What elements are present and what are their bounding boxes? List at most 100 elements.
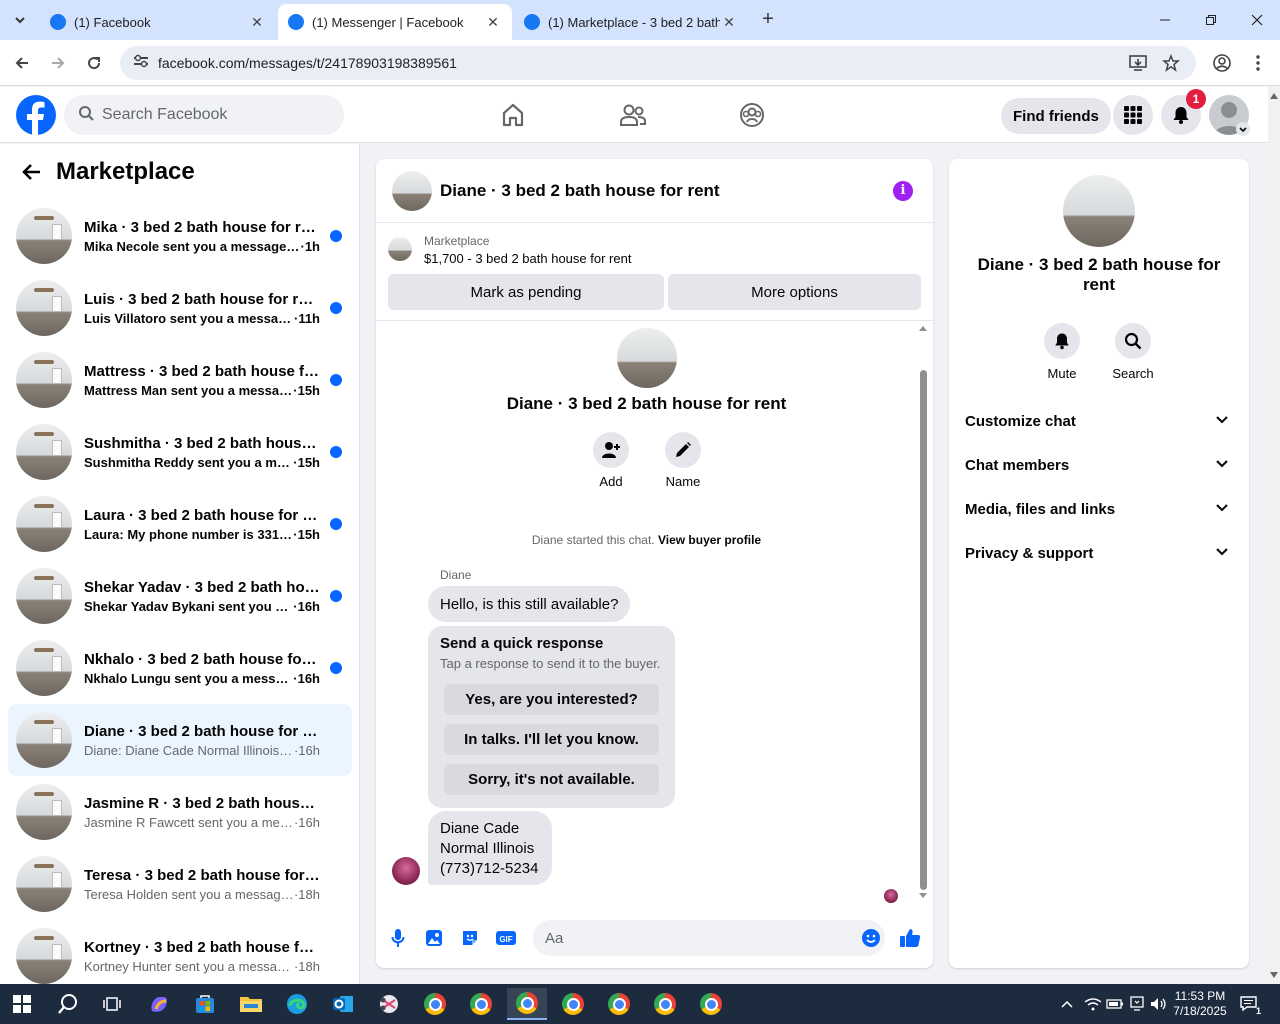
conversation-item[interactable]: Sushmitha · 3 bed 2 bath house f... Sushm… — [8, 416, 352, 488]
snipping-tool-app[interactable] — [369, 988, 409, 1020]
outlook-app[interactable] — [323, 988, 363, 1020]
minimize-button[interactable] — [1142, 0, 1188, 40]
scrollbar-thumb[interactable] — [920, 370, 927, 890]
microsoft-store-app[interactable] — [185, 988, 225, 1020]
reload-button[interactable] — [80, 49, 108, 77]
conversation-text: Nkhalo · 3 bed 2 bath house for ... Nkhal… — [84, 651, 320, 686]
close-tab-icon[interactable]: ✕ — [248, 14, 266, 31]
gif-icon[interactable]: GIF — [494, 926, 518, 950]
section-media-files-links[interactable]: Media, files and links — [957, 489, 1241, 529]
back-button[interactable] — [8, 49, 36, 77]
add-people-button[interactable]: Add — [581, 432, 641, 489]
device-icon[interactable] — [1128, 984, 1146, 1024]
nav-home[interactable] — [497, 99, 529, 131]
chrome-profile-app[interactable] — [599, 988, 639, 1020]
thumbs-up-icon[interactable] — [898, 926, 922, 950]
start-button[interactable] — [2, 988, 42, 1020]
url-text[interactable]: facebook.com/messages/t/2417890319838956… — [158, 55, 457, 71]
chrome-profile-app[interactable] — [645, 988, 685, 1020]
install-app-icon[interactable] — [1128, 46, 1148, 80]
close-tab-icon[interactable]: ✕ — [720, 14, 738, 31]
bookmark-star-icon[interactable] — [1162, 46, 1180, 80]
chat-avatar[interactable] — [392, 170, 432, 211]
chrome-app[interactable] — [415, 988, 455, 1020]
conversation-item[interactable]: Teresa · 3 bed 2 bath house for rent Tere… — [8, 848, 352, 920]
conversation-item[interactable]: Laura · 3 bed 2 bath house for rent Laura… — [8, 488, 352, 560]
account-chevron-icon[interactable] — [1236, 122, 1250, 136]
sticker-icon[interactable] — [458, 926, 482, 950]
close-tab-icon[interactable]: ✕ — [484, 14, 502, 31]
file-explorer-app[interactable] — [231, 988, 271, 1020]
chrome-profile-app[interactable] — [553, 988, 593, 1020]
facebook-search-input[interactable]: Search Facebook — [64, 95, 344, 135]
back-button[interactable] — [12, 152, 52, 192]
restore-button[interactable] — [1188, 0, 1234, 40]
more-options-button[interactable]: More options — [668, 274, 921, 310]
conversation-item[interactable]: Luis · 3 bed 2 bath house for rent Luis V… — [8, 272, 352, 344]
chrome-profile-app[interactable] — [691, 988, 731, 1020]
quick-reply-yes[interactable]: Yes, are you interested? — [444, 684, 659, 715]
chrome-profile-app[interactable] — [461, 988, 501, 1020]
mark-as-pending-button[interactable]: Mark as pending — [388, 274, 664, 310]
message-bubble[interactable]: Diane Cade Normal Illinois (773)712-5234 — [428, 811, 552, 885]
search-in-conversation-button[interactable]: Search — [1103, 323, 1163, 381]
view-buyer-profile-link[interactable]: View buyer profile — [658, 533, 761, 547]
conversation-snippet: Jasmine R Fawcett sent you a messa... — [84, 814, 294, 830]
info-avatar[interactable] — [1063, 175, 1135, 247]
listing-thumbnail[interactable] — [388, 237, 412, 261]
conversation-item[interactable]: Mattress · 3 bed 2 bath house fo... Mattr… — [8, 344, 352, 416]
listing-detail[interactable]: $1,700 - 3 bed 2 bath house for rent — [424, 251, 631, 266]
mute-button[interactable]: Mute — [1032, 323, 1092, 381]
info-icon[interactable]: i — [893, 181, 913, 201]
close-window-button[interactable] — [1234, 0, 1280, 40]
conversation-item[interactable]: Kortney · 3 bed 2 bath house for r... Kor… — [8, 920, 352, 984]
menu-button[interactable] — [1113, 95, 1153, 135]
conversation-snippet-row: Kortney Hunter sent you a message ... ·18… — [84, 959, 320, 974]
forward-button[interactable] — [44, 49, 72, 77]
system-clock[interactable]: 11:53 PM 7/18/2025 — [1172, 989, 1228, 1019]
show-hidden-icons[interactable] — [1060, 984, 1074, 1024]
chrome-icon — [516, 992, 538, 1014]
conversation-item[interactable]: Diane · 3 bed 2 bath house for rent Diane… — [8, 704, 352, 776]
copilot-app[interactable] — [139, 988, 179, 1020]
browser-tab-marketplace[interactable]: (1) Marketplace - 3 bed 2 bath ✕ — [514, 4, 748, 40]
profile-button[interactable] — [1208, 49, 1236, 77]
photo-icon[interactable] — [422, 926, 446, 950]
name-chat-button[interactable]: Name — [653, 432, 713, 489]
conversation-item[interactable]: Nkhalo · 3 bed 2 bath house for ... Nkhal… — [8, 632, 352, 704]
sender-avatar[interactable] — [392, 857, 420, 885]
facebook-logo[interactable] — [16, 95, 56, 135]
nav-friends[interactable] — [617, 99, 649, 131]
conversation-item[interactable]: Shekar Yadav · 3 bed 2 bath hou... Shekar… — [8, 560, 352, 632]
task-view-button[interactable] — [92, 988, 132, 1020]
battery-icon[interactable] — [1106, 984, 1124, 1024]
message-bubble[interactable]: Hello, is this still available? — [428, 586, 631, 622]
section-privacy-support[interactable]: Privacy & support — [957, 533, 1241, 573]
message-input[interactable]: Aa — [533, 920, 885, 956]
conversation-item[interactable]: Jasmine R · 3 bed 2 bath house for... Jas… — [8, 776, 352, 848]
section-chat-members[interactable]: Chat members — [957, 445, 1241, 485]
conversation-item[interactable]: Mika · 3 bed 2 bath house for rent Mika N… — [8, 200, 352, 272]
browser-menu-button[interactable] — [1244, 49, 1272, 77]
find-friends-button[interactable]: Find friends — [1001, 98, 1111, 134]
page-scrollbar[interactable] — [1268, 87, 1280, 984]
network-icon[interactable] — [1084, 984, 1102, 1024]
address-bar[interactable]: facebook.com/messages/t/2417890319838956… — [120, 46, 1196, 80]
message-area[interactable]: Diane · 3 bed 2 bath house for rent Add … — [376, 322, 933, 903]
emoji-icon[interactable] — [859, 926, 883, 950]
nav-groups[interactable] — [736, 99, 768, 131]
browser-tab-facebook[interactable]: (1) Facebook ✕ — [40, 4, 276, 40]
volume-icon[interactable] — [1150, 984, 1168, 1024]
chat-title[interactable]: Diane · 3 bed 2 bath house for rent — [440, 181, 720, 201]
new-tab-button[interactable]: + — [756, 8, 780, 32]
tab-search-button[interactable] — [6, 6, 34, 34]
section-customize-chat[interactable]: Customize chat — [957, 401, 1241, 441]
chrome-profile-app-active[interactable] — [507, 988, 547, 1020]
taskbar-search-button[interactable] — [48, 988, 88, 1020]
quick-reply-not-available[interactable]: Sorry, it's not available. — [444, 764, 659, 795]
microphone-icon[interactable] — [386, 926, 410, 950]
edge-app[interactable] — [277, 988, 317, 1020]
browser-tab-messenger[interactable]: (1) Messenger | Facebook ✕ — [278, 4, 512, 40]
site-settings-icon[interactable] — [132, 53, 152, 74]
quick-reply-in-talks[interactable]: In talks. I'll let you know. — [444, 724, 659, 755]
